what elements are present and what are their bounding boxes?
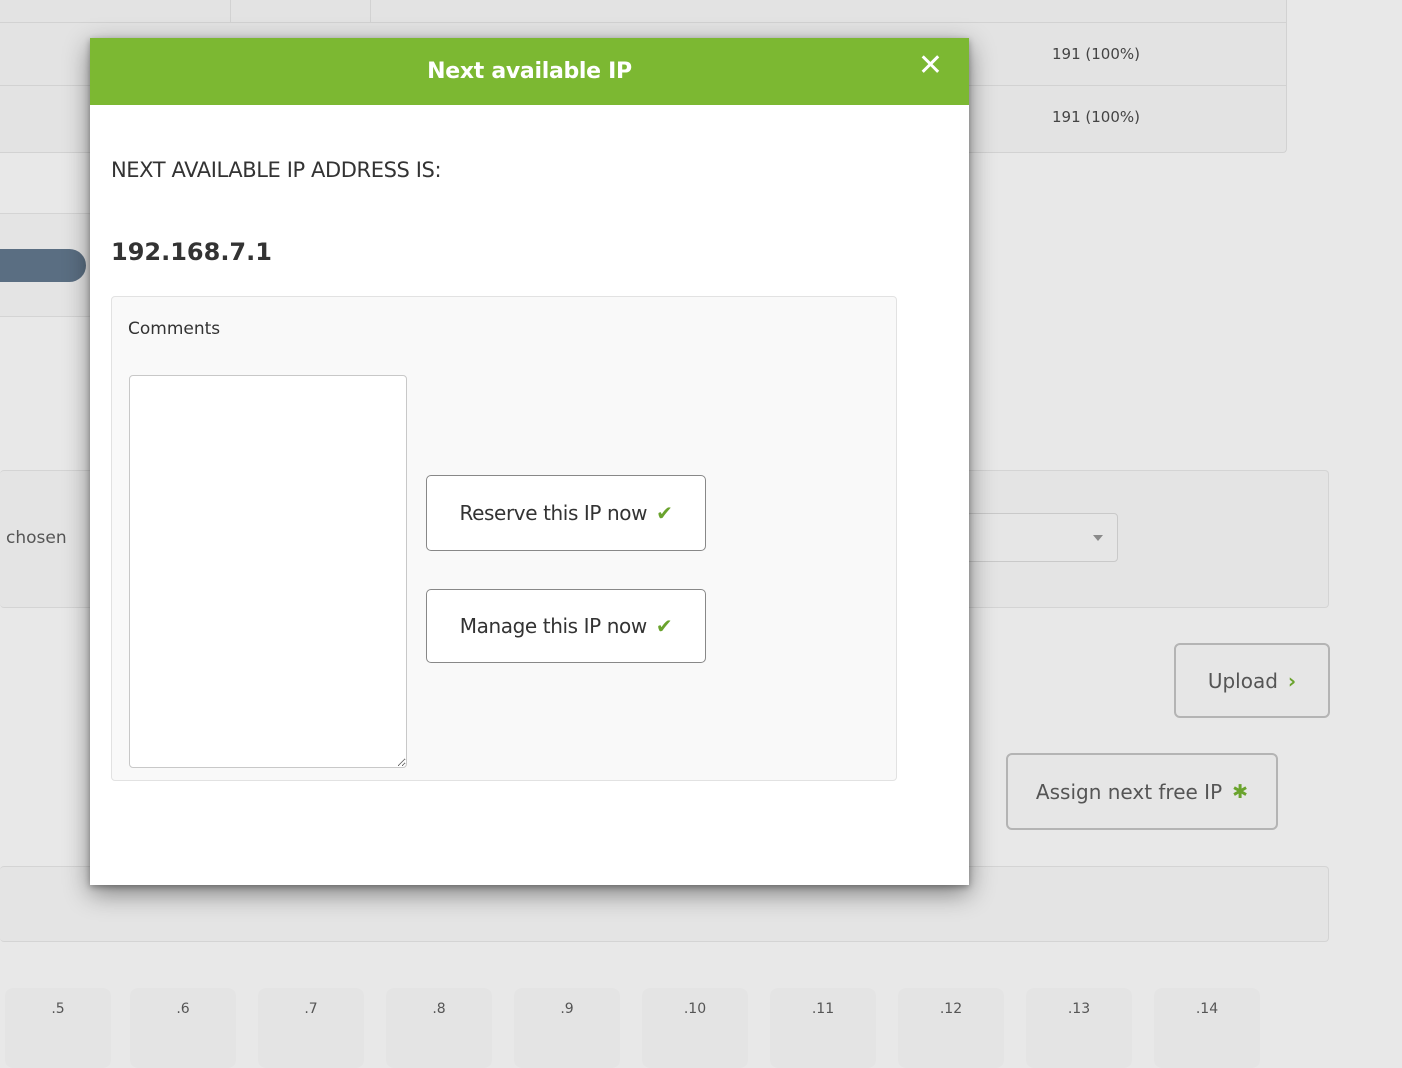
close-icon[interactable]: ✕ [918,51,943,81]
ip-box: .9 [514,988,620,1068]
comments-label: Comments [128,319,221,339]
ip-box: .8 [386,988,492,1068]
assign-next-free-ip-button: Assign next free IP ✱ [1006,753,1278,830]
table-divider [370,0,371,22]
ip-grid: .5 .6 .7 .8 .9 .10 .11 .12 .13 .14 [0,988,1300,1068]
background-pill-button [0,249,86,282]
table-cell: 191 (100%) [1052,108,1140,126]
upload-button-label: Upload [1207,668,1278,693]
reserve-ip-button-label: Reserve this IP now [459,501,648,525]
modal-title: Next available IP [427,59,632,84]
assign-button-label: Assign next free IP [1035,779,1223,804]
table-divider [230,0,231,22]
background-select [966,513,1118,562]
check-icon: ✔ [655,614,673,638]
table-divider [0,22,1286,23]
ip-box: .13 [1026,988,1132,1068]
table-cell: 191 (100%) [1052,45,1140,63]
ip-box: .6 [130,988,236,1068]
ip-box: .10 [642,988,748,1068]
ip-address-value: 192.168.7.1 [111,238,272,266]
comments-textarea[interactable] [129,375,407,768]
manage-ip-button[interactable]: Manage this IP now ✔ [426,589,706,663]
reserve-ip-button[interactable]: Reserve this IP now ✔ [426,475,706,551]
chevron-right-icon: › [1287,668,1297,693]
ip-box: .12 [898,988,1004,1068]
check-icon: ✔ [656,501,673,525]
gear-icon: ✱ [1232,780,1249,803]
upload-button: Upload › [1174,643,1330,718]
ip-box: .7 [258,988,364,1068]
next-available-ip-modal: Next available IP ✕ NEXT AVAILABLE IP AD… [90,38,969,885]
chevron-down-icon [1093,535,1103,541]
modal-header: Next available IP ✕ [90,38,969,105]
ip-box: .14 [1154,988,1260,1068]
manage-ip-button-label: Manage this IP now [459,614,647,638]
comments-panel: Comments Reserve this IP now ✔ Manage th… [111,296,897,781]
chosen-select-text: chosen [6,528,67,548]
next-ip-heading: NEXT AVAILABLE IP ADDRESS IS: [111,158,442,182]
ip-box: .11 [770,988,876,1068]
ip-box: .5 [5,988,111,1068]
